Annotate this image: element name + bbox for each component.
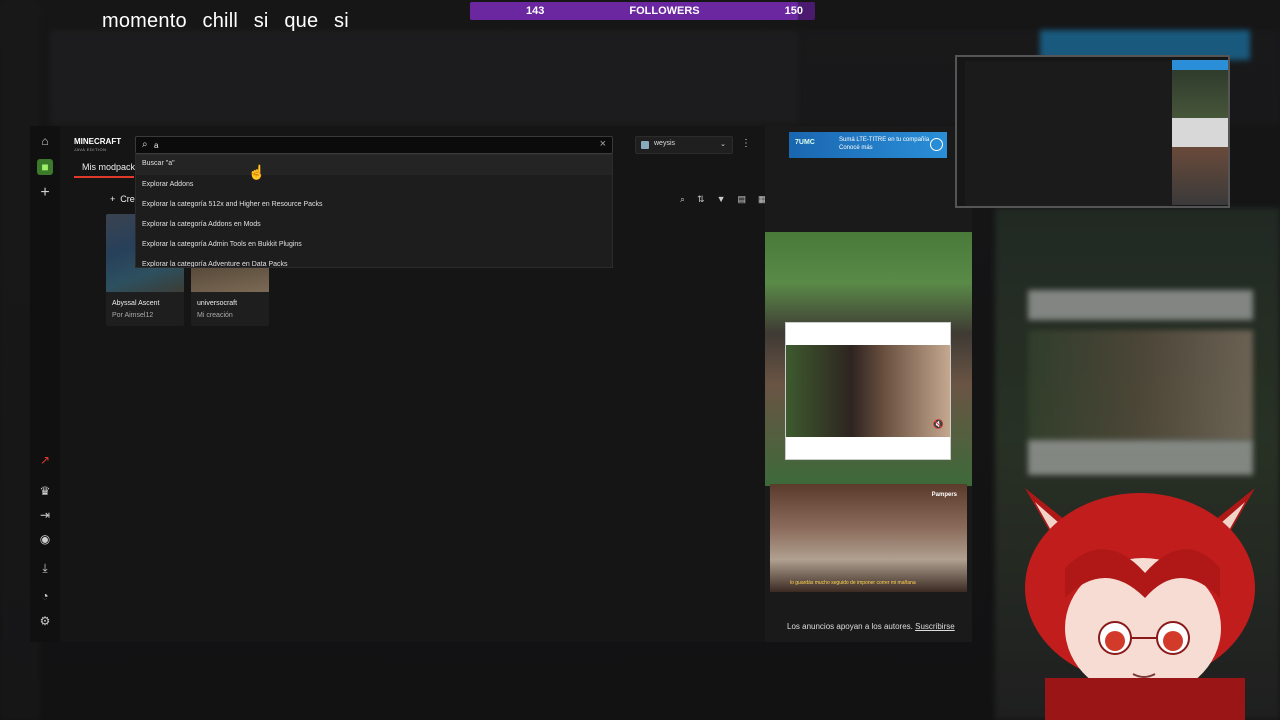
- suggestion-item[interactable]: Explorar Addons: [136, 175, 612, 195]
- account-name: weysis: [654, 140, 676, 147]
- preview-app-window: [965, 61, 1175, 206]
- suggestion-item[interactable]: Explorar la categoría Admin Tools en Buk…: [136, 235, 612, 255]
- modpack-author: Por Aimsel12: [112, 312, 154, 319]
- search-suggestions: Buscar "a" Explorar Addons Explorar la c…: [135, 154, 613, 268]
- curseforge-app-window: ⌂ ■ + ↗ ♛ ⇥ ◉ ⤓ ◔ ⚙ MINECRAFT JAVA EDITI…: [30, 126, 972, 642]
- minecraft-logo: MINECRAFT JAVA EDITION: [74, 138, 128, 154]
- modpack-author: Mi creación: [197, 312, 233, 319]
- ad-video-frame: [786, 345, 950, 437]
- suggestion-item[interactable]: Explorar la categoría 512x and Higher en…: [136, 195, 612, 215]
- ads-footer-text: Los anuncios apoyan a los autores.: [787, 622, 913, 631]
- background-window: [50, 30, 800, 125]
- preview-ads: [1172, 60, 1228, 205]
- list-view-icon[interactable]: ▤: [738, 194, 747, 205]
- ads-sidebar: 7UMC Sumá LTE-TITRE en tu compañía Conoc…: [765, 126, 972, 642]
- filter-icon[interactable]: ▼: [717, 194, 726, 205]
- ads-footer: Los anuncios apoyan a los autores. Suscr…: [787, 622, 955, 631]
- toolbar: ⌕ ⇅ ▼ ▤ ▦: [680, 194, 767, 205]
- subscribe-link[interactable]: Suscribirse: [915, 622, 955, 631]
- ad-caption: lo guardás mucho seguido de imponer corr…: [790, 580, 916, 586]
- stream-title: momento chill si que si: [102, 10, 349, 32]
- crown-icon[interactable]: ♛: [37, 483, 53, 499]
- avatar: [641, 141, 649, 149]
- background-card-bottom: [1028, 440, 1253, 475]
- modpack-name: universocraft: [197, 300, 238, 307]
- side-rail: ⌂ ■ + ↗ ♛ ⇥ ◉ ⤓ ◔ ⚙: [30, 126, 60, 642]
- account-selector[interactable]: weysis ⌄: [635, 136, 733, 154]
- followers-goal-bar: 143 FOLLOWERS 150: [470, 2, 815, 20]
- sort-icon[interactable]: ⇅: [697, 194, 705, 205]
- search-input[interactable]: [154, 138, 574, 152]
- ad-banner-brand: 7UMC: [795, 139, 815, 146]
- close-icon[interactable]: ×: [600, 138, 606, 150]
- curseforge-icon[interactable]: ◔: [37, 588, 53, 604]
- screen-preview-thumbnail: [955, 55, 1230, 208]
- suggestion-item[interactable]: Explorar la categoría Addons en Mods: [136, 215, 612, 235]
- vtuber-avatar: [1025, 488, 1255, 720]
- gear-icon[interactable]: ⚙: [37, 613, 53, 629]
- tab-my-modpacks[interactable]: Mis modpacks: [82, 162, 140, 172]
- suggestion-item[interactable]: Buscar "a": [136, 155, 612, 175]
- modpack-name: Abyssal Ascent: [112, 300, 160, 307]
- mouse-cursor-icon: ☝: [248, 164, 266, 180]
- background-dog-image: [1028, 330, 1253, 440]
- more-options-icon[interactable]: ⋮: [741, 138, 751, 149]
- followers-label: FOLLOWERS: [629, 5, 700, 17]
- search-icon[interactable]: ⌕: [680, 194, 685, 205]
- ad-banner[interactable]: 7UMC Sumá LTE-TITRE en tu compañía Conoc…: [789, 132, 947, 158]
- minecraft-icon[interactable]: ■: [37, 159, 53, 175]
- home-icon[interactable]: ⌂: [37, 133, 53, 149]
- ad-brand: Pampers: [931, 492, 957, 498]
- followers-goal: 150: [784, 5, 803, 17]
- main-content: MINECRAFT JAVA EDITION ⌕ × weysis ⌄ ⋮ Mi…: [60, 126, 767, 642]
- logo-subtitle: JAVA EDITION: [74, 147, 107, 152]
- ad-logo-icon: [930, 138, 943, 151]
- chevron-down-icon: ⌄: [720, 141, 726, 148]
- discord-icon[interactable]: ◉: [37, 531, 53, 547]
- stream-scene: momento chill si que si 143 FOLLOWERS 15…: [0, 0, 1280, 720]
- logo-title: MINECRAFT: [74, 137, 122, 146]
- download-icon[interactable]: ⤓: [37, 560, 53, 576]
- ad-image[interactable]: Pampers lo guardás mucho seguido de impo…: [770, 484, 967, 592]
- background-card-top: [1028, 290, 1253, 320]
- suggestion-item[interactable]: Explorar la categoría Adventure en Data …: [136, 255, 612, 267]
- followers-current: 143: [526, 5, 545, 17]
- mute-icon[interactable]: 🔇: [933, 419, 944, 430]
- curseforge-logo-icon[interactable]: ↗: [37, 452, 53, 468]
- login-icon[interactable]: ⇥: [37, 507, 53, 523]
- search-icon: ⌕: [142, 139, 148, 150]
- ad-video[interactable]: 🔇: [785, 322, 951, 460]
- tab-active-indicator: [74, 176, 134, 178]
- search-field[interactable]: ⌕ ×: [135, 136, 613, 154]
- plus-icon[interactable]: +: [37, 185, 53, 201]
